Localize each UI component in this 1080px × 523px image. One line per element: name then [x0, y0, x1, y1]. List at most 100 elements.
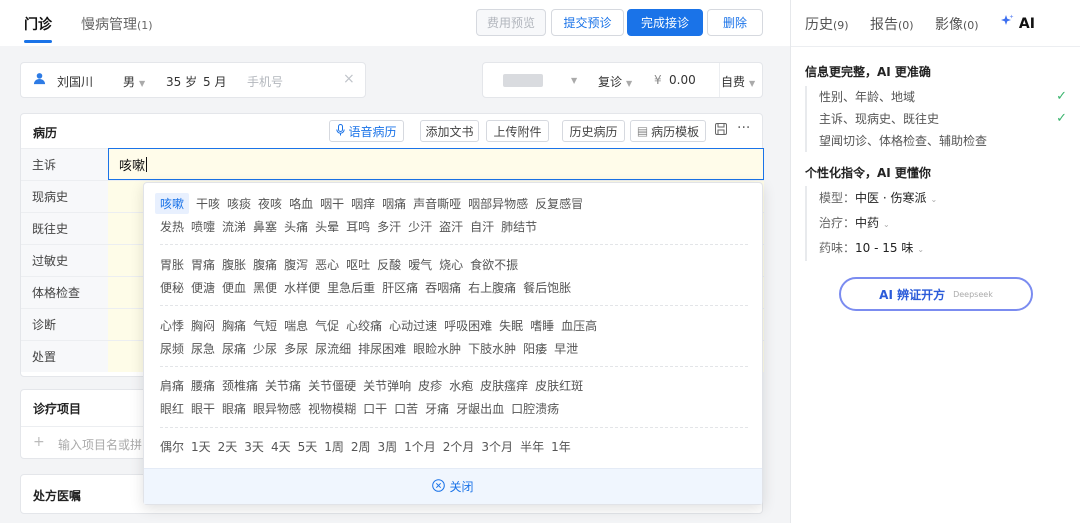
complete-visit-button[interactable]: 完成接诊 [627, 9, 703, 36]
symptom-option[interactable]: 2个月 [443, 436, 475, 457]
voice-record-button[interactable]: 语音病历 [329, 120, 404, 142]
symptom-option[interactable]: 1个月 [404, 436, 436, 457]
tab-ai[interactable]: AI [1000, 14, 1035, 32]
symptom-option[interactable]: 黑便 [253, 277, 277, 298]
symptom-option[interactable]: 眼干 [191, 398, 215, 419]
treatment-item-input[interactable]: 输入项目名或拼 [58, 436, 142, 453]
add-document-button[interactable]: 添加文书 [420, 120, 479, 142]
symptom-option[interactable]: 食欲不振 [470, 254, 518, 275]
symptom-option[interactable]: 半年 [520, 436, 544, 457]
symptom-option[interactable]: 3天 [244, 436, 264, 457]
symptom-option[interactable]: 血压高 [561, 315, 597, 336]
symptom-option[interactable]: 口苦 [394, 398, 418, 419]
symptom-option[interactable]: 腹痛 [253, 254, 277, 275]
symptom-option[interactable]: 皮肤红斑 [535, 375, 583, 396]
symptom-option[interactable]: 多尿 [284, 338, 308, 359]
symptom-option[interactable]: 喷嚏 [191, 216, 215, 237]
symptom-option[interactable]: 尿痛 [222, 338, 246, 359]
symptom-option[interactable]: 嗳气 [408, 254, 432, 275]
save-icon[interactable] [715, 123, 727, 138]
symptom-option[interactable]: 1天 [191, 436, 211, 457]
symptom-option[interactable]: 咽痛 [382, 193, 406, 214]
symptom-option[interactable]: 咽干 [320, 193, 344, 214]
symptom-option[interactable]: 咯血 [289, 193, 313, 214]
symptom-option[interactable]: 头晕 [315, 216, 339, 237]
symptom-option[interactable]: 声音嘶哑 [413, 193, 461, 214]
tab-history[interactable]: 历史(9) [805, 14, 849, 34]
visit-type-select[interactable]: 复诊 ▼ [598, 73, 632, 90]
gender-select[interactable]: 男 ▼ [123, 73, 145, 90]
dropdown-close-button[interactable]: 关闭 [144, 468, 762, 504]
phone-input[interactable]: 手机号 [247, 73, 283, 90]
symptom-option[interactable]: 水疱 [449, 375, 473, 396]
symptom-option[interactable]: 失眠 [499, 315, 523, 336]
caret-down-icon[interactable]: ▼ [571, 76, 577, 85]
symptom-option[interactable]: 咽部异物感 [468, 193, 528, 214]
symptom-option[interactable]: 少汗 [408, 216, 432, 237]
symptom-option[interactable]: 腹泻 [284, 254, 308, 275]
symptom-option[interactable]: 关节痛 [265, 375, 301, 396]
fee-preview-button[interactable]: 费用预览 [476, 9, 546, 36]
tab-reports[interactable]: 报告(0) [870, 14, 914, 34]
symptom-option[interactable]: 尿流细 [315, 338, 351, 359]
symptom-option[interactable]: 干咳 [196, 193, 220, 214]
symptom-option[interactable]: 尿急 [191, 338, 215, 359]
symptom-option[interactable]: 皮疹 [418, 375, 442, 396]
upload-attachment-button[interactable]: 上传附件 [486, 120, 549, 142]
delete-button[interactable]: 删除 [707, 9, 763, 36]
blurred-field[interactable] [503, 74, 543, 87]
symptom-option[interactable]: 心绞痛 [346, 315, 382, 336]
symptom-option[interactable]: 5天 [298, 436, 318, 457]
symptom-option[interactable]: 心动过速 [389, 315, 437, 336]
symptom-option[interactable]: 4天 [271, 436, 291, 457]
age-months[interactable]: 5 月 [203, 73, 226, 90]
symptom-option[interactable]: 吞咽痛 [425, 277, 461, 298]
symptom-option[interactable]: 便血 [222, 277, 246, 298]
symptom-option[interactable]: 流涕 [222, 216, 246, 237]
symptom-option[interactable]: 咳痰 [227, 193, 251, 214]
symptom-option[interactable]: 腹胀 [222, 254, 246, 275]
symptom-option[interactable]: 鼻塞 [253, 216, 277, 237]
more-icon[interactable]: ··· [737, 120, 750, 136]
age-years[interactable]: 35 岁 [166, 73, 197, 90]
symptom-option[interactable]: 发热 [160, 216, 184, 237]
symptom-option[interactable]: 喘息 [284, 315, 308, 336]
symptom-option[interactable]: 多汗 [377, 216, 401, 237]
symptom-option[interactable]: 牙痛 [425, 398, 449, 419]
symptom-option[interactable]: 反复感冒 [535, 193, 583, 214]
symptom-option[interactable]: 便溏 [191, 277, 215, 298]
symptom-option[interactable]: 夜咳 [258, 193, 282, 214]
symptom-option[interactable]: 烧心 [439, 254, 463, 275]
symptom-option[interactable]: 耳鸣 [346, 216, 370, 237]
symptom-option[interactable]: 排尿困难 [358, 338, 406, 359]
pref-herb-count[interactable]: 药味：10 - 15 味 ⌄ [819, 236, 1065, 261]
symptom-option[interactable]: 气短 [253, 315, 277, 336]
symptom-option[interactable]: 早泄 [554, 338, 578, 359]
symptom-option[interactable]: 眼睑水肿 [413, 338, 461, 359]
symptom-option[interactable]: 口干 [363, 398, 387, 419]
symptom-option[interactable]: 1周 [324, 436, 344, 457]
symptom-option[interactable]: 咳嗽 [155, 193, 190, 214]
symptom-option[interactable]: 反酸 [377, 254, 401, 275]
symptom-option[interactable]: 咽痒 [351, 193, 375, 214]
symptom-option[interactable]: 关节弹响 [363, 375, 411, 396]
history-record-button[interactable]: 历史病历 [562, 120, 625, 142]
symptom-option[interactable]: 视物模糊 [308, 398, 356, 419]
fee-amount[interactable]: 0.00 [669, 73, 696, 87]
symptom-option[interactable]: 3周 [378, 436, 398, 457]
pref-treatment[interactable]: 治疗：中药 ⌄ [819, 211, 1065, 236]
symptom-option[interactable]: 恶心 [315, 254, 339, 275]
symptom-option[interactable]: 下肢水肿 [468, 338, 516, 359]
symptom-option[interactable]: 便秘 [160, 277, 184, 298]
symptom-option[interactable]: 餐后饱胀 [523, 277, 571, 298]
symptom-option[interactable]: 口腔溃疡 [511, 398, 559, 419]
symptom-option[interactable]: 盗汗 [439, 216, 463, 237]
pref-model[interactable]: 模型：中医 · 伤寒派 ⌄ [819, 186, 1065, 211]
ai-prescribe-button[interactable]: AI 辨证开方 Deepseek [839, 277, 1033, 311]
pay-type-select[interactable]: 自费 ▼ [721, 73, 755, 90]
symptom-option[interactable]: 1年 [551, 436, 571, 457]
symptom-option[interactable]: 阳痿 [523, 338, 547, 359]
patient-name[interactable]: 刘国川 [57, 73, 93, 90]
symptom-option[interactable]: 胃痛 [191, 254, 215, 275]
symptom-option[interactable]: 3个月 [481, 436, 513, 457]
